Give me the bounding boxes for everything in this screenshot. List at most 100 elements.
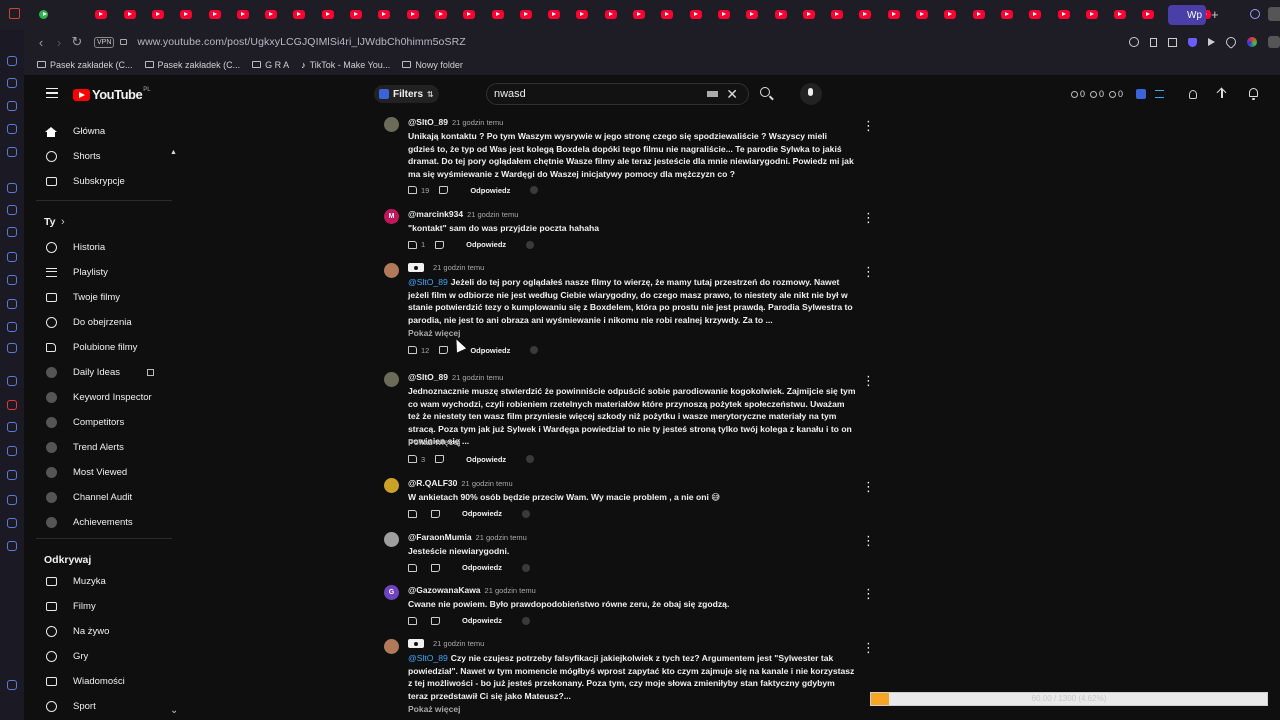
- bookmark-item[interactable]: ♪ TikTok - Make You...: [301, 60, 390, 70]
- extension-icon[interactable]: [1136, 89, 1147, 99]
- search-button[interactable]: [757, 84, 777, 104]
- reply-button[interactable]: Odpowiedz: [462, 616, 502, 625]
- tab-favicon-youtube-icon[interactable]: [746, 10, 759, 19]
- guide-item-you-10[interactable]: Channel Audit: [24, 486, 172, 508]
- guide-item-shorts[interactable]: Shorts: [24, 145, 172, 167]
- sidebar-app-icon[interactable]: [7, 518, 17, 528]
- comment-menu-icon[interactable]: [862, 479, 875, 495]
- comment-mention-link[interactable]: @SltO_89: [408, 653, 448, 663]
- tab-favicon-youtube-icon[interactable]: [661, 10, 674, 19]
- sidebar-app-icon[interactable]: [7, 400, 17, 410]
- tab-favicon-youtube-icon[interactable]: [633, 10, 645, 19]
- bookmark-icon[interactable]: [1150, 37, 1157, 47]
- tab-favicon-youtube-icon[interactable]: [265, 10, 278, 19]
- like-icon[interactable]: [408, 240, 417, 249]
- sidebar-app-icon[interactable]: [7, 376, 17, 386]
- avatar[interactable]: M: [384, 209, 399, 224]
- tab-favicon-youtube-icon[interactable]: [972, 10, 985, 19]
- tab-favicon-youtube-icon[interactable]: [1142, 10, 1155, 19]
- guide-item-explore-2[interactable]: Na żywo: [24, 620, 172, 642]
- guide-item-explore-3[interactable]: Gry: [24, 645, 172, 667]
- guide-item-główna[interactable]: Główna: [24, 120, 172, 142]
- guide-section-you[interactable]: Ty ›: [24, 211, 172, 233]
- scroll-down-icon[interactable]: ⌄: [170, 705, 176, 716]
- sidebar-app-icon[interactable]: [7, 322, 17, 332]
- voice-search-button[interactable]: [800, 83, 822, 105]
- comment-timestamp[interactable]: 21 godzin temu: [452, 373, 503, 382]
- sidebar-app-icon[interactable]: [7, 252, 17, 262]
- comment-author[interactable]: @SltO_89: [408, 372, 448, 382]
- guide-item-you-11[interactable]: Achievements: [24, 511, 172, 533]
- reply-button[interactable]: Odpowiedz: [462, 509, 502, 518]
- tab-favicon-youtube-icon[interactable]: [1114, 10, 1127, 19]
- bookmark-item[interactable]: G R A: [252, 60, 289, 70]
- creator-badge-icon[interactable]: [408, 639, 424, 648]
- tab-favicon-youtube-icon[interactable]: [180, 10, 193, 19]
- sidebar-app-icon[interactable]: [7, 101, 17, 111]
- guide-item-you-0[interactable]: Historia: [24, 236, 172, 258]
- heart-icon[interactable]: [1223, 34, 1239, 50]
- reply-button[interactable]: Odpowiedz: [466, 455, 506, 464]
- comment-timestamp[interactable]: 21 godzin temu: [433, 639, 484, 648]
- lock-icon[interactable]: [120, 39, 128, 45]
- avatar[interactable]: G: [384, 585, 399, 600]
- comment-author[interactable]: @FaraonMumia: [408, 532, 472, 542]
- comment-timestamp[interactable]: 21 godzin temu: [452, 118, 503, 127]
- comment-menu-icon[interactable]: [862, 533, 875, 549]
- comment-timestamp[interactable]: 21 godzin temu: [476, 533, 527, 542]
- tab-favicon-youtube-icon[interactable]: [576, 10, 589, 19]
- comment-timestamp[interactable]: 21 godzin temu: [461, 479, 512, 488]
- vpn-badge[interactable]: VPN: [94, 36, 115, 48]
- sidebar-app-icon[interactable]: [7, 446, 17, 456]
- tab-favicon-youtube-icon[interactable]: [859, 10, 872, 19]
- tab-favicon-youtube-icon[interactable]: [1085, 10, 1098, 19]
- guide-item-you-2[interactable]: Twoje filmy: [24, 286, 172, 308]
- keyboard-icon[interactable]: [707, 91, 719, 97]
- dislike-icon[interactable]: [435, 240, 445, 249]
- dislike-icon[interactable]: [431, 509, 440, 518]
- tab-favicon-youtube-icon[interactable]: [236, 10, 249, 19]
- sidebar-app-icon[interactable]: [7, 470, 17, 480]
- screenshot-icon[interactable]: [1168, 37, 1177, 47]
- comment-menu-icon[interactable]: [862, 118, 875, 134]
- create-icon[interactable]: [1216, 87, 1228, 100]
- comment-author[interactable]: @marcink934: [408, 209, 463, 219]
- tab-favicon-youtube-icon[interactable]: [123, 10, 136, 19]
- tab-favicon-youtube-icon[interactable]: [321, 10, 334, 19]
- tab-favicon-youtube-icon[interactable]: [604, 10, 617, 19]
- comment-author[interactable]: @R.QALF30: [408, 478, 457, 488]
- sidebar-app-icon[interactable]: [7, 124, 17, 134]
- tab-favicon-youtube-icon[interactable]: [1000, 10, 1013, 19]
- shield-icon[interactable]: [1188, 37, 1197, 47]
- comment-author[interactable]: @GazowanaKawa: [408, 585, 481, 595]
- sidebar-app-icon[interactable]: [7, 183, 17, 193]
- dislike-icon[interactable]: [435, 455, 445, 463]
- reply-button[interactable]: Odpowiedz: [462, 563, 502, 572]
- tab-favicon-youtube-icon[interactable]: [916, 10, 928, 19]
- guide-item-explore-1[interactable]: Filmy: [24, 595, 172, 617]
- tab-favicon-youtube-icon[interactable]: [1057, 10, 1070, 19]
- guide-section-explore[interactable]: Odkrywaj: [24, 549, 172, 571]
- avatar[interactable]: [384, 532, 399, 547]
- comment-menu-icon[interactable]: [862, 586, 875, 602]
- dislike-icon[interactable]: [439, 346, 449, 354]
- extensions-icon[interactable]: [1247, 37, 1257, 47]
- reply-button[interactable]: Odpowiedz: [470, 346, 510, 355]
- guide-item-you-3[interactable]: Do obejrzenia: [24, 311, 172, 333]
- tab-favicon-youtube-icon[interactable]: [491, 10, 504, 19]
- tab-search-icon[interactable]: [1250, 9, 1260, 19]
- comment-author[interactable]: @SltO_89: [408, 117, 448, 127]
- tab-favicon-youtube-icon[interactable]: [774, 10, 787, 19]
- sidebar-app-icon[interactable]: [7, 299, 17, 309]
- comment-mention-link[interactable]: @SltO_89: [408, 277, 448, 287]
- tab-favicon-youtube-icon[interactable]: [519, 10, 532, 19]
- search-input[interactable]: nwasd ✕: [486, 83, 749, 105]
- notifications-icon[interactable]: [1248, 87, 1260, 100]
- tab-favicon-youtube-icon[interactable]: [39, 10, 48, 19]
- sidebar-app-icon[interactable]: [7, 541, 17, 551]
- guide-item-you-1[interactable]: Playlisty: [24, 261, 172, 283]
- guide-item-you-8[interactable]: Trend Alerts: [24, 436, 172, 458]
- new-tab-button[interactable]: +: [1211, 7, 1219, 22]
- tab-favicon-youtube-icon[interactable]: [944, 10, 957, 19]
- tab-favicon-youtube-icon[interactable]: [1029, 10, 1042, 19]
